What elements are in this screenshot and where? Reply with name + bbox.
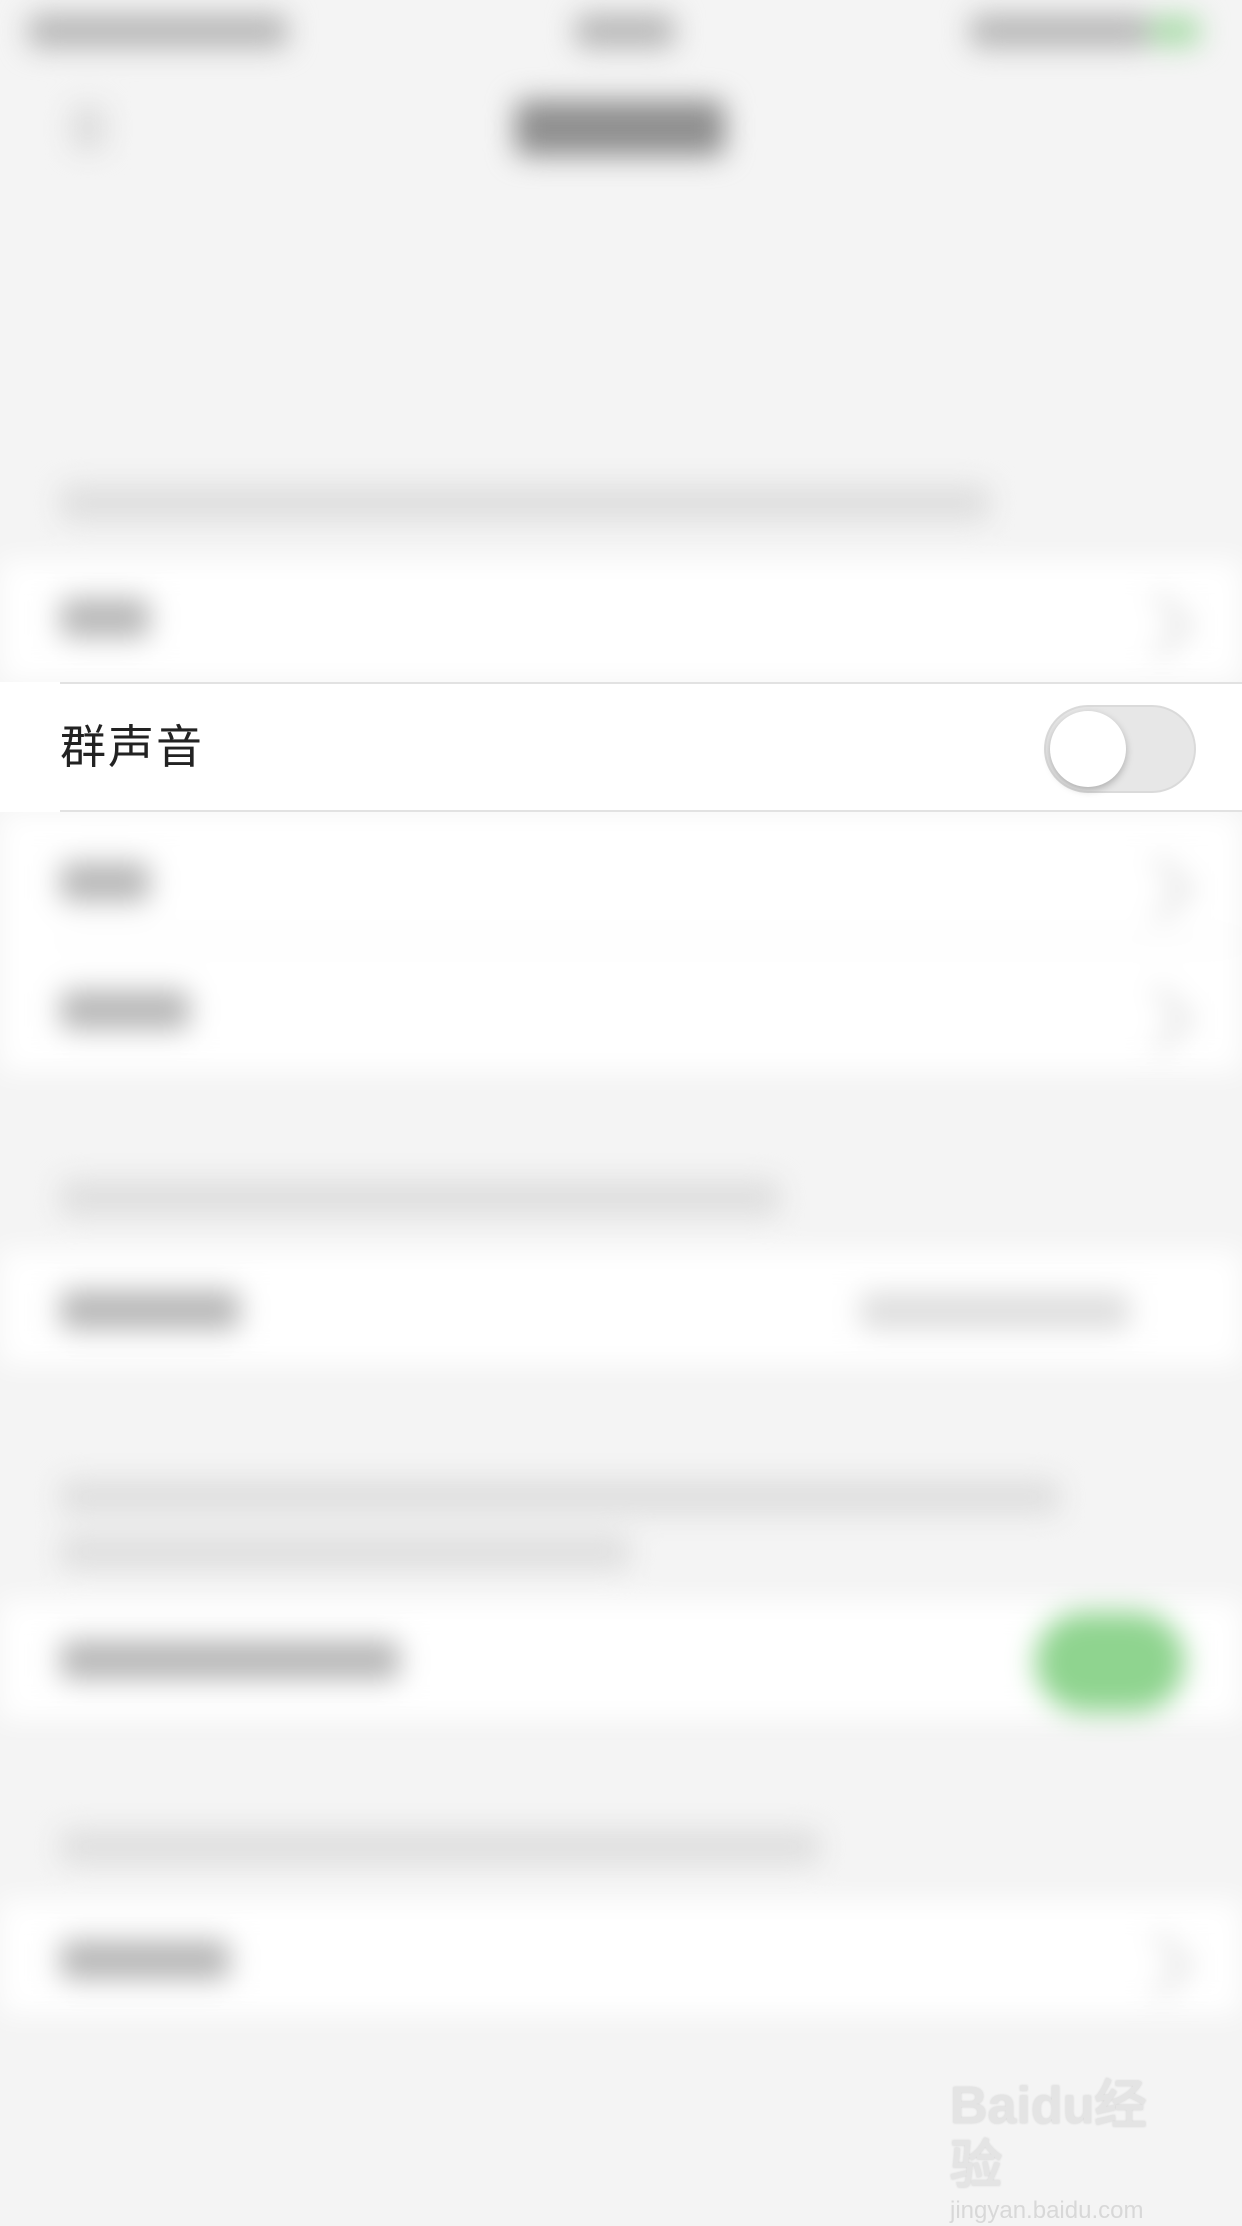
chevron-left-icon[interactable]: [70, 105, 106, 151]
row-top-divider: [60, 682, 1242, 684]
section-header-blur: [60, 485, 990, 521]
row-bottom-divider: [60, 810, 1242, 812]
status-time-blur: [575, 14, 675, 48]
rows-below-blur: [0, 812, 1242, 1072]
row-label-blur: [60, 990, 190, 1030]
row-label-blur: [60, 1940, 230, 1980]
watermark-url: jingyan.baidu.com: [950, 2197, 1144, 2224]
section-header-blur: [60, 1830, 820, 1864]
blurred-background: [0, 0, 1242, 2208]
row-divider: [60, 940, 1242, 942]
row-label-blur: [60, 1640, 400, 1680]
description-line-blur: [60, 1535, 630, 1569]
row-label-blur: [60, 1290, 240, 1330]
section-header-blur: [60, 1180, 780, 1216]
toggle-knob: [1050, 711, 1126, 787]
group-sound-label: 群声音: [60, 720, 204, 774]
battery-level-blur: [1150, 16, 1200, 46]
watermark-logo: Baidu经验: [950, 2077, 1147, 2195]
baidu-jingyan-watermark: Baidu经验 jingyan.baidu.com: [950, 2076, 1190, 2224]
description-line-blur: [60, 1480, 1060, 1514]
battery-icon: [970, 14, 1150, 48]
group-sound-toggle[interactable]: [1044, 705, 1196, 793]
nav-title-blur: [515, 100, 725, 156]
status-carrier-blur: [28, 14, 288, 48]
row-label-blur: [60, 862, 150, 902]
row-value-blur: [860, 1292, 1130, 1330]
row-above-blur: [0, 560, 1242, 682]
row-label-blur: [60, 598, 150, 638]
toggle-on-blur[interactable]: [1035, 1612, 1185, 1712]
group-sound-row[interactable]: 群声音: [0, 682, 1242, 812]
